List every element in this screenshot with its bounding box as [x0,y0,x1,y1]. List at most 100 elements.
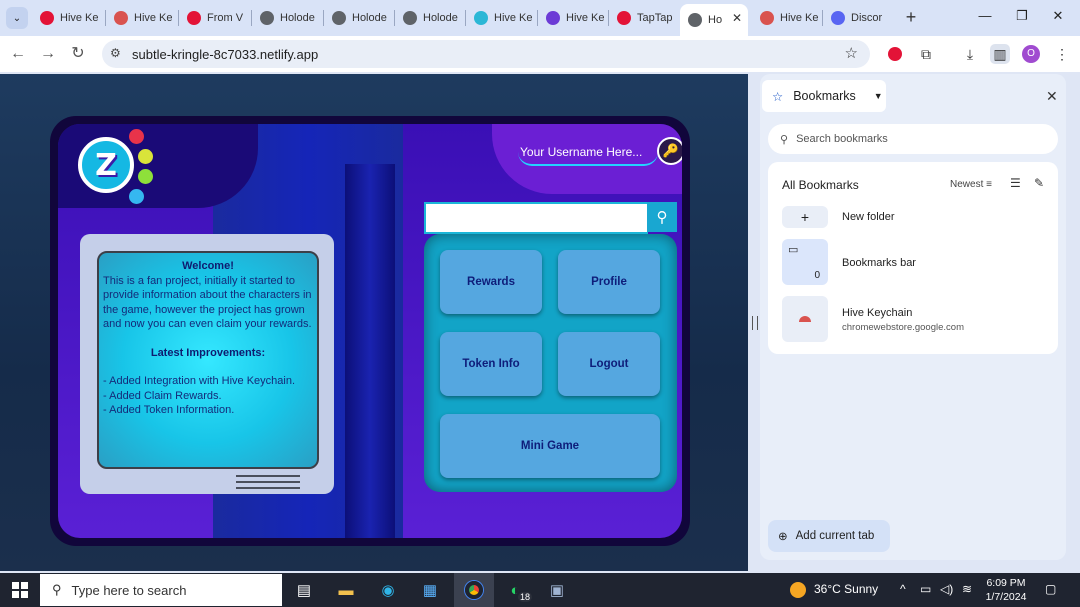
welcome-screen: Welcome! This is a fan project, initiall… [80,234,334,494]
weather-widget[interactable]: 36°C Sunny [790,582,878,598]
tab-search-icon[interactable]: ⌄ [6,7,28,29]
site-info-icon[interactable]: ⚙ [110,46,121,60]
tab-strip: ⌄ Hive Ke Hive Ke From V Holode Holode H… [0,0,1080,36]
profile-button[interactable]: Profile [558,250,660,314]
task-view-icon[interactable]: ▤ [292,578,316,602]
edit-pencil-icon[interactable]: ✎ [1034,176,1044,190]
bookmarks-dropdown[interactable]: ☆ Bookmarks ▼ [762,80,886,112]
tab-4[interactable]: Holode [252,4,324,32]
tray-chevron-icon[interactable]: ^ [900,582,906,596]
blue-light-icon [129,189,144,204]
search-input[interactable] [424,202,648,234]
chevron-down-icon: ▼ [873,91,883,101]
restore-icon[interactable]: ❐ [1012,8,1032,24]
url-text[interactable]: subtle-kringle-8c7033.netlify.app [132,47,318,62]
folder-icon: ▭ [788,244,799,256]
profile-avatar[interactable]: O [1022,45,1040,63]
battery-icon[interactable]: ▭ [920,582,931,596]
notifications-icon[interactable]: ▢ [1045,582,1056,596]
close-panel-icon[interactable]: ✕ [1046,88,1058,105]
close-tab-icon[interactable]: ✕ [732,11,742,25]
hive-favicon-icon [40,11,54,25]
forward-icon[interactable]: → [38,44,58,64]
new-folder-plus-icon[interactable]: + [782,206,828,228]
token-info-button[interactable]: Token Info [440,332,542,396]
sort-icon: ≡ [986,179,992,190]
tab-9[interactable]: TapTap [609,4,681,32]
close-window-icon[interactable]: ✕ [1048,8,1068,24]
sort-dropdown[interactable]: Newest ≡ [950,179,992,190]
app-body: Z Your Username Here... 🔑 ⚲ Welcome! Thi… [58,124,682,538]
bookmarks-search-input[interactable]: ⚲ Search bookmarks [768,124,1058,154]
reload-icon[interactable]: ↻ [68,44,88,64]
taskbar-search-input[interactable]: ⚲ Type here to search [40,574,282,606]
bookmarks-bar-label[interactable]: Bookmarks bar [842,257,916,269]
back-icon[interactable]: ← [8,44,28,64]
side-panel-resize-handle[interactable] [752,316,758,330]
tab-active[interactable]: Ho ✕ [680,4,748,36]
tab-2[interactable]: Hive Ke [106,4,178,32]
side-panel-icon[interactable]: ▥ [990,44,1010,64]
volume-icon[interactable]: ◁) [940,582,953,596]
menu-kebab-icon[interactable]: ⋮ [1052,44,1072,64]
discord-favicon-icon [831,11,845,25]
search-icon[interactable]: ⚲ [647,202,677,232]
page-viewport: Z Your Username Here... 🔑 ⚲ Welcome! Thi… [0,74,748,571]
sun-icon [790,582,806,598]
rewards-button[interactable]: Rewards [440,250,542,314]
yellow-light-icon [138,149,153,164]
bookmarks-header-label: Bookmarks [793,89,856,103]
speaker-vent [236,475,300,477]
username-input[interactable]: Your Username Here... [518,140,658,166]
minimize-icon[interactable]: — [975,8,995,23]
play-store-favicon-icon [546,11,560,25]
windows-taskbar: ⚲ Type here to search ▤ ▬ ◉ ▦ ◐ 18 ▣ 36°… [0,573,1080,607]
file-explorer-icon[interactable]: ▬ [334,578,358,602]
hive-extension-icon[interactable] [885,44,905,64]
improvement-item: - Added Integration with Hive Keychain. [103,375,296,387]
welcome-title: Welcome! [182,260,234,272]
edge-icon[interactable]: ◉ [376,578,400,602]
logout-button[interactable]: Logout [558,332,660,396]
bookmark-title[interactable]: Hive Keychain [842,307,912,319]
speaker-vent [236,487,300,489]
tab-12[interactable]: Discor [823,4,895,32]
search-icon: ⚲ [52,582,62,597]
app-logo: Z [78,137,134,193]
clock[interactable]: 6:09 PM 1/7/2024 [985,576,1027,604]
mini-game-button[interactable]: Mini Game [440,414,660,478]
key-login-icon[interactable]: 🔑 [657,137,682,165]
tab-7[interactable]: Hive Ke [466,4,538,32]
bookmarks-star-icon: ☆ [772,89,784,104]
tab-11[interactable]: Hive Ke [752,4,824,32]
tab-6[interactable]: Holode [395,4,467,32]
address-bar[interactable]: ⚙ subtle-kringle-8c7033.netlify.app ☆ [102,40,870,68]
extensions-puzzle-icon[interactable]: ⧉ [916,44,936,64]
tab-1[interactable]: Hive Ke [32,4,104,32]
new-folder-label[interactable]: New folder [842,211,895,223]
all-bookmarks-title: All Bookmarks [782,178,859,192]
tab-5[interactable]: Holode [324,4,396,32]
new-tab-button[interactable]: + [900,7,922,29]
chrome-icon[interactable] [454,573,494,607]
globe-favicon-icon [332,11,346,25]
wifi-icon[interactable]: ≋ [962,582,972,596]
globe-favicon-icon [260,11,274,25]
bookmark-thumbnail[interactable] [782,296,828,342]
tab-8[interactable]: Hive Ke [538,4,610,32]
windows-start-icon[interactable] [12,582,28,598]
list-view-icon[interactable]: ☰ [1010,176,1021,190]
add-current-tab-button[interactable]: ⊕ Add current tab [768,520,890,552]
search-placeholder: Search bookmarks [796,133,888,145]
downloads-icon[interactable]: ⤓ [960,44,980,64]
hive-favicon-icon [760,11,774,25]
store-icon[interactable]: ▦ [418,578,442,602]
bookmark-star-icon[interactable]: ☆ [845,44,858,62]
hive-favicon-icon [617,11,631,25]
bookmarks-bar-folder[interactable]: ▭ 0 [782,239,828,285]
app-icon[interactable]: ▣ [545,578,569,602]
hive-favicon-icon [187,11,201,25]
hive-keychain-icon [799,316,811,322]
tab-3[interactable]: From V [179,4,251,32]
green-light-icon [138,169,153,184]
